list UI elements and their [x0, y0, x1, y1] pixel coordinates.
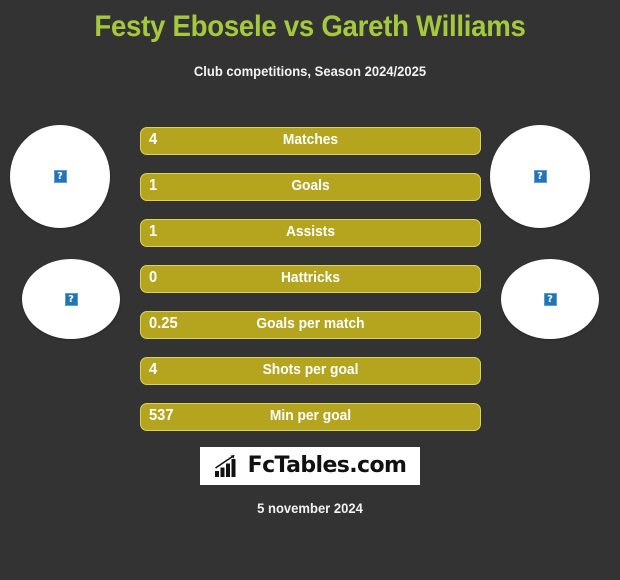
stat-row-min-per-goal: 537 Min per goal — [140, 403, 481, 431]
broken-image-icon: ? — [64, 292, 78, 306]
stat-label: Assists — [285, 223, 336, 240]
stats-bar-list: 4 Matches 1 Goals 1 Assists 0 Hattricks … — [140, 127, 481, 449]
page-subtitle: Club competitions, Season 2024/2025 — [193, 63, 427, 79]
avatar-left-secondary: ? — [22, 259, 120, 339]
page-title: Festy Ebosele vs Gareth Williams — [94, 10, 526, 43]
bar-chart-trend-icon — [214, 454, 236, 477]
stat-row-goals: 1 Goals — [140, 173, 481, 201]
stat-label: Goals — [291, 177, 330, 194]
stat-row-assists: 1 Assists — [140, 219, 481, 247]
stat-comparison-card: Festy Ebosele vs Gareth Williams Club co… — [0, 0, 620, 580]
broken-image-icon: ? — [53, 170, 67, 183]
broken-image-icon: ? — [543, 292, 557, 306]
stat-row-hattricks: 0 Hattricks — [140, 265, 481, 293]
stat-label: Hattricks — [280, 269, 341, 286]
avatar-right-secondary: ? — [501, 259, 599, 339]
stat-label: Goals per match — [256, 315, 365, 332]
site-logo-text: FcTables.com — [247, 453, 407, 478]
stat-label: Min per goal — [269, 407, 352, 424]
site-logo[interactable]: FcTables.com — [200, 447, 420, 485]
avatar-right-primary: ? — [490, 125, 590, 228]
avatar-left-primary: ? — [10, 125, 110, 228]
stat-row-shots-per-goal: 4 Shots per goal — [140, 357, 481, 385]
stat-label: Matches — [282, 131, 339, 148]
date-label: 5 november 2024 — [257, 500, 363, 516]
broken-image-icon: ? — [533, 170, 547, 183]
stat-label: Shots per goal — [262, 361, 359, 378]
stat-row-matches: 4 Matches — [140, 127, 481, 155]
stat-row-goals-per-match: 0.25 Goals per match — [140, 311, 481, 339]
